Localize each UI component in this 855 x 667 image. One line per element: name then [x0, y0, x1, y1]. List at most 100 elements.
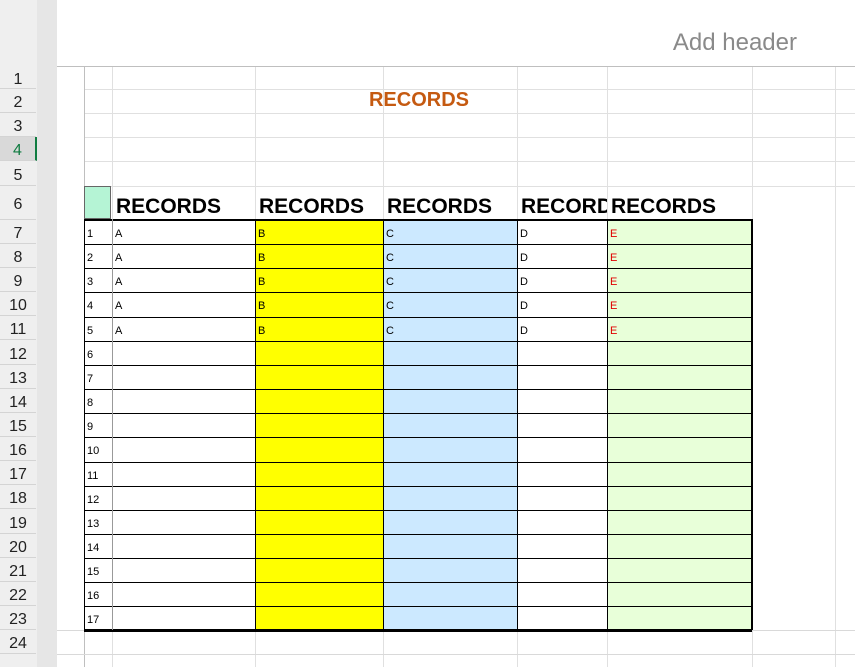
row-number-23[interactable]: 23 — [0, 606, 36, 630]
table-cell[interactable]: C — [383, 319, 517, 343]
table-cell[interactable] — [383, 584, 517, 608]
row-index-cell[interactable]: 6 — [84, 343, 112, 367]
table-cell[interactable] — [607, 391, 752, 415]
table-cell[interactable]: A — [112, 319, 255, 343]
row-number-15[interactable]: 15 — [0, 413, 36, 437]
table-cell[interactable]: D — [517, 222, 607, 246]
column-header-3[interactable]: RECORDS — [387, 194, 517, 219]
row-number-4[interactable]: 4 — [0, 137, 37, 161]
table-cell[interactable] — [112, 464, 255, 488]
table-cell[interactable] — [255, 608, 383, 632]
table-cell[interactable]: B — [255, 222, 383, 246]
row-number-6[interactable]: 6 — [0, 186, 36, 220]
row-number-22[interactable]: 22 — [0, 582, 36, 606]
table-cell[interactable] — [517, 415, 607, 439]
table-cell[interactable] — [383, 367, 517, 391]
table-cell[interactable] — [255, 584, 383, 608]
table-cell[interactable] — [607, 560, 752, 584]
row-index-cell[interactable]: 13 — [84, 512, 112, 536]
table-cell[interactable] — [383, 608, 517, 632]
table-cell[interactable] — [112, 560, 255, 584]
row-number-11[interactable]: 11 — [0, 316, 36, 340]
table-cell[interactable] — [517, 512, 607, 536]
table-cell[interactable] — [383, 536, 517, 560]
table-cell[interactable]: E — [607, 270, 752, 294]
table-cell[interactable]: C — [383, 270, 517, 294]
table-cell[interactable]: A — [112, 270, 255, 294]
table-cell[interactable] — [255, 367, 383, 391]
table-cell[interactable] — [517, 464, 607, 488]
row-number-18[interactable]: 18 — [0, 485, 36, 509]
table-cell[interactable] — [255, 512, 383, 536]
row-index-cell[interactable]: 1 — [84, 222, 112, 246]
table-cell[interactable]: D — [517, 294, 607, 318]
table-cell[interactable]: E — [607, 246, 752, 270]
row-number-21[interactable]: 21 — [0, 558, 36, 582]
table-cell[interactable] — [383, 560, 517, 584]
table-cell[interactable] — [112, 343, 255, 367]
table-cell[interactable] — [255, 560, 383, 584]
table-cell[interactable] — [607, 488, 752, 512]
table-cell[interactable] — [607, 415, 752, 439]
table-cell[interactable] — [112, 536, 255, 560]
table-cell[interactable] — [517, 367, 607, 391]
row-number-20[interactable]: 20 — [0, 534, 36, 558]
table-cell[interactable] — [383, 464, 517, 488]
table-cell[interactable]: E — [607, 319, 752, 343]
row-index-cell[interactable]: 15 — [84, 560, 112, 584]
row-index-cell[interactable]: 10 — [84, 439, 112, 463]
table-cell[interactable] — [517, 343, 607, 367]
table-cell[interactable]: A — [112, 246, 255, 270]
column-header-2[interactable]: RECORDS — [259, 194, 383, 219]
column-header-4[interactable]: RECORDS — [521, 194, 607, 219]
table-cell[interactable]: E — [607, 222, 752, 246]
row-index-cell[interactable]: 7 — [84, 367, 112, 391]
table-cell[interactable] — [112, 415, 255, 439]
table-cell[interactable] — [112, 391, 255, 415]
row-number-24[interactable]: 24 — [0, 630, 36, 654]
table-cell[interactable] — [517, 536, 607, 560]
table-cell[interactable] — [383, 391, 517, 415]
row-number-12[interactable]: 12 — [0, 340, 36, 365]
table-cell[interactable]: E — [607, 294, 752, 318]
column-header-5[interactable]: RECORDS — [611, 194, 752, 219]
table-cell[interactable]: B — [255, 246, 383, 270]
row-number-5[interactable]: 5 — [0, 161, 36, 186]
table-cell[interactable]: B — [255, 270, 383, 294]
table-cell[interactable] — [383, 488, 517, 512]
table-cell[interactable] — [255, 415, 383, 439]
table-cell[interactable] — [255, 439, 383, 463]
row-number-2[interactable]: 2 — [0, 89, 36, 113]
cell-grid[interactable]: RECORDSRECORDSRECORDSRECORDSRECORDSRECOR… — [57, 0, 855, 667]
table-cell[interactable] — [112, 584, 255, 608]
table-cell[interactable] — [255, 391, 383, 415]
row-number-13[interactable]: 13 — [0, 365, 36, 389]
table-cell[interactable] — [517, 439, 607, 463]
table-cell[interactable] — [112, 488, 255, 512]
selected-cell[interactable] — [84, 186, 111, 219]
table-cell[interactable]: B — [255, 319, 383, 343]
table-cell[interactable] — [383, 343, 517, 367]
row-index-cell[interactable]: 2 — [84, 246, 112, 270]
table-cell[interactable] — [112, 367, 255, 391]
table-cell[interactable] — [517, 584, 607, 608]
row-number-7[interactable]: 7 — [0, 220, 36, 244]
table-cell[interactable]: C — [383, 246, 517, 270]
row-number-17[interactable]: 17 — [0, 461, 36, 485]
table-cell[interactable] — [112, 512, 255, 536]
row-index-cell[interactable]: 12 — [84, 488, 112, 512]
table-cell[interactable] — [607, 608, 752, 632]
row-number-3[interactable]: 3 — [0, 113, 36, 137]
table-cell[interactable] — [255, 343, 383, 367]
table-cell[interactable]: A — [112, 294, 255, 318]
row-index-cell[interactable]: 9 — [84, 415, 112, 439]
table-cell[interactable] — [517, 488, 607, 512]
table-cell[interactable]: C — [383, 294, 517, 318]
row-index-cell[interactable]: 16 — [84, 584, 112, 608]
table-cell[interactable] — [607, 464, 752, 488]
table-cell[interactable] — [255, 488, 383, 512]
table-cell[interactable] — [383, 439, 517, 463]
row-number-9[interactable]: 9 — [0, 268, 36, 292]
table-cell[interactable] — [607, 367, 752, 391]
row-index-cell[interactable]: 8 — [84, 391, 112, 415]
